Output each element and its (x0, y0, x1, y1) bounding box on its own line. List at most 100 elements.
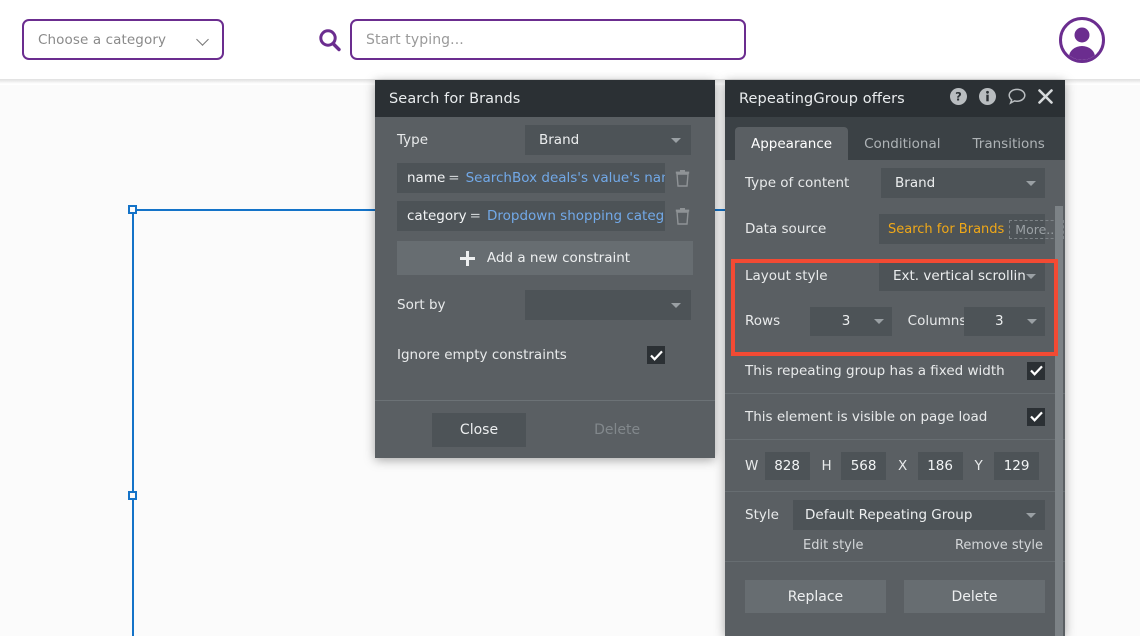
columns-label: Columns (892, 313, 964, 329)
app-root: Choose a category Start typing... (0, 0, 1140, 636)
panel-scrollbar[interactable] (1055, 206, 1063, 636)
edit-style-link[interactable]: Edit style (803, 538, 863, 553)
svg-text:?: ? (955, 90, 962, 104)
caret-down-icon (1026, 274, 1036, 279)
rows-value: 3 (818, 313, 873, 329)
brands-dialog-header: Search for Brands (375, 80, 715, 117)
layout-style-dropdown[interactable]: Ext. vertical scrolling (879, 261, 1045, 291)
selection-left-edge (132, 209, 134, 636)
info-icon[interactable] (979, 88, 996, 109)
columns-value: 3 (972, 313, 1027, 329)
tab-appearance[interactable]: Appearance (735, 127, 848, 160)
replace-button[interactable]: Replace (745, 580, 886, 613)
help-icon[interactable]: ? (950, 88, 967, 109)
constraint-row: category = Dropdown shopping category's … (397, 201, 693, 231)
ignore-empty-constraints-row: Ignore empty constraints (375, 335, 715, 375)
constraint-field-2: category (407, 208, 467, 224)
sort-by-dropdown[interactable] (525, 290, 691, 320)
constraint-field-1: name (407, 170, 445, 186)
app-header-bar: Choose a category Start typing... (0, 0, 1140, 80)
caret-down-icon (671, 303, 681, 308)
sort-by-row: Sort by (375, 275, 715, 335)
delete-element-button[interactable]: Delete (904, 580, 1045, 613)
constraint-row: name = SearchBox deals's value's name (397, 163, 693, 193)
category-dropdown[interactable]: Choose a category (22, 19, 224, 60)
visible-on-load-checkbox[interactable] (1027, 408, 1045, 426)
height-input[interactable]: 568 (841, 452, 886, 480)
fixed-width-row: This repeating group has a fixed width (725, 348, 1065, 394)
trash-icon[interactable] (671, 170, 693, 187)
caret-down-icon (1026, 181, 1036, 186)
chevron-down-icon (198, 34, 209, 45)
data-source-row: Data source Search for Brands More... (725, 206, 1065, 252)
type-of-content-dropdown[interactable]: Brand (881, 168, 1045, 198)
brands-dialog-footer: Close Delete (375, 400, 715, 458)
rows-label: Rows (745, 313, 810, 329)
plus-icon (460, 251, 475, 266)
brands-type-row: Type Brand (375, 117, 715, 163)
caret-down-icon (671, 138, 681, 143)
brands-dialog-body: Type Brand name = SearchBox deals's valu… (375, 117, 715, 375)
constraint-value-1: SearchBox deals's value's name (466, 170, 665, 186)
panel-scrollbar-thumb[interactable] (1055, 206, 1063, 636)
caret-down-icon (1027, 319, 1037, 324)
delete-button: Delete (576, 413, 658, 447)
width-input[interactable]: 828 (765, 452, 810, 480)
selection-handle-middle-left[interactable] (128, 491, 137, 500)
search-icon[interactable] (316, 26, 344, 54)
rg-panel-body: Type of content Brand Data source Search… (725, 160, 1065, 636)
ignore-empty-constraints-checkbox[interactable] (647, 346, 665, 364)
remove-style-link[interactable]: Remove style (955, 538, 1043, 553)
visible-on-load-label: This element is visible on page load (745, 409, 1027, 425)
add-new-constraint-button[interactable]: Add a new constraint (397, 241, 693, 275)
brands-type-dropdown[interactable]: Brand (525, 125, 691, 155)
style-label: Style (745, 507, 793, 523)
width-label: W (745, 458, 759, 474)
style-row: Style Default Repeating Group (725, 492, 1065, 538)
close-icon[interactable] (1038, 89, 1053, 108)
rows-dropdown[interactable]: 3 (810, 307, 891, 336)
type-of-content-label: Type of content (745, 175, 881, 191)
comment-icon[interactable] (1008, 88, 1026, 109)
type-of-content-value: Brand (895, 175, 1026, 191)
ignore-empty-constraints-label: Ignore empty constraints (397, 347, 647, 363)
search-input[interactable]: Start typing... (350, 19, 746, 60)
caret-down-icon (1026, 513, 1036, 518)
category-dropdown-label: Choose a category (38, 32, 198, 48)
fixed-width-checkbox[interactable] (1027, 362, 1045, 380)
brands-dialog-title: Search for Brands (389, 91, 703, 107)
trash-icon[interactable] (671, 208, 693, 225)
brands-type-label: Type (397, 132, 525, 148)
style-dropdown[interactable]: Default Repeating Group (793, 500, 1045, 530)
x-input[interactable]: 186 (918, 452, 963, 480)
geometry-row: W 828 H 568 X 186 Y 129 (725, 440, 1065, 492)
constraint-expression-2[interactable]: category = Dropdown shopping category's … (397, 201, 665, 231)
search-input-placeholder: Start typing... (366, 32, 464, 48)
fixed-width-label: This repeating group has a fixed width (745, 363, 1027, 379)
tab-transitions[interactable]: Transitions (957, 127, 1061, 160)
style-links: Edit style Remove style (725, 538, 1065, 553)
rg-panel-title: RepeatingGroup offers (739, 91, 950, 107)
type-of-content-row: Type of content Brand (725, 160, 1065, 206)
add-new-constraint-label: Add a new constraint (487, 250, 630, 266)
y-label: Y (975, 458, 989, 474)
tab-conditional-label: Conditional (864, 136, 940, 152)
data-source-value-box[interactable]: Search for Brands More... (879, 214, 1045, 244)
x-label: X (898, 458, 912, 474)
tab-appearance-label: Appearance (751, 136, 832, 152)
constraint-expression-1[interactable]: name = SearchBox deals's value's name (397, 163, 665, 193)
user-avatar-icon[interactable] (1058, 16, 1106, 64)
visible-on-load-row: This element is visible on page load (725, 394, 1065, 440)
search-for-brands-dialog: Search for Brands Type Brand name = Sear… (375, 80, 715, 458)
selection-handle-top-left[interactable] (128, 205, 137, 214)
repeating-group-property-panel: RepeatingGroup offers ? (725, 80, 1065, 636)
sort-by-label: Sort by (397, 297, 525, 313)
tab-conditional[interactable]: Conditional (848, 127, 956, 160)
constraint-operator-2: = (470, 208, 481, 224)
layout-style-value: Ext. vertical scrolling (893, 268, 1026, 284)
close-button[interactable]: Close (432, 413, 526, 447)
columns-dropdown[interactable]: 3 (964, 307, 1045, 336)
layout-style-row: Layout style Ext. vertical scrolling (725, 252, 1065, 300)
brands-type-value: Brand (539, 132, 671, 148)
y-input[interactable]: 129 (994, 452, 1039, 480)
